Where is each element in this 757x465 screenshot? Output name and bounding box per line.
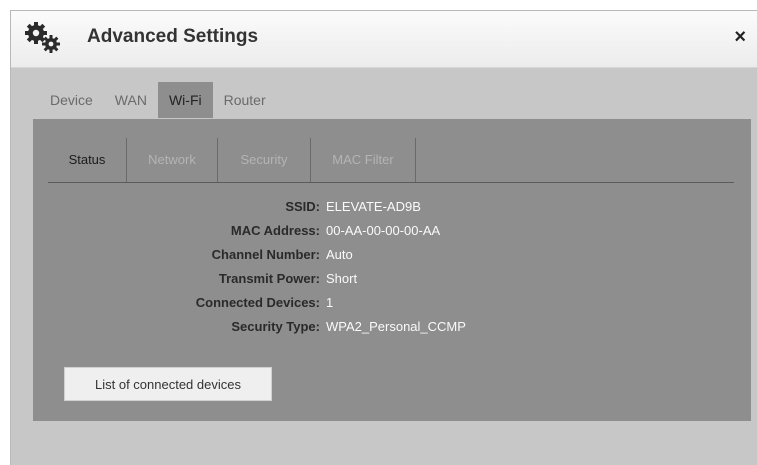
connected-devices-label: Connected Devices: xyxy=(195,295,320,310)
mac-address-label: MAC Address: xyxy=(230,223,320,238)
list-connected-devices-button[interactable]: List of connected devices xyxy=(64,367,272,401)
tab-device[interactable]: Device xyxy=(39,82,104,118)
ssid-row: SSID: ELEVATE-AD9B xyxy=(33,199,751,219)
dialog-title: Advanced Settings xyxy=(87,26,259,47)
subtab-status[interactable]: Status xyxy=(48,138,126,182)
ssid-value: ELEVATE-AD9B xyxy=(326,199,421,214)
transmit-power-label: Transmit Power: xyxy=(218,271,320,286)
top-tab-bar: Device WAN Wi-Fi Router xyxy=(39,82,277,118)
security-type-value: WPA2_Personal_CCMP xyxy=(326,319,466,334)
security-type-row: Security Type: WPA2_Personal_CCMP xyxy=(33,319,751,339)
tab-wifi[interactable]: Wi-Fi xyxy=(157,82,213,118)
channel-number-label: Channel Number: xyxy=(211,247,320,262)
connected-devices-value: 1 xyxy=(326,295,334,310)
connected-devices-row: Connected Devices: 1 xyxy=(33,295,751,315)
ssid-label: SSID: xyxy=(285,199,320,214)
tab-wan[interactable]: WAN xyxy=(104,82,158,118)
channel-number-row: Channel Number: Auto xyxy=(33,247,751,267)
close-icon[interactable]: × xyxy=(734,25,746,49)
subtab-divider xyxy=(415,138,416,182)
subtab-network[interactable]: Network xyxy=(127,138,217,182)
gear-icon xyxy=(25,22,60,53)
subtab-mac-filter[interactable]: MAC Filter xyxy=(311,138,415,182)
channel-number-value: Auto xyxy=(326,247,353,262)
wifi-panel: Status Network Security MAC Filter SSID:… xyxy=(33,119,751,421)
mac-address-value: 00-AA-00-00-00-AA xyxy=(326,223,441,238)
transmit-power-value: Short xyxy=(326,271,358,286)
subtab-security[interactable]: Security xyxy=(218,138,310,182)
sub-tab-bar: Status Network Security MAC Filter xyxy=(48,138,734,183)
dialog-titlebar: Advanced Settings × xyxy=(11,11,757,68)
mac-address-row: MAC Address: 00-AA-00-00-00-AA xyxy=(33,223,751,243)
security-type-label: Security Type: xyxy=(231,319,320,334)
advanced-settings-dialog: Advanced Settings × Device WAN Wi-Fi Rou… xyxy=(10,10,757,465)
transmit-power-row: Transmit Power: Short xyxy=(33,271,751,291)
tab-router[interactable]: Router xyxy=(213,82,277,118)
